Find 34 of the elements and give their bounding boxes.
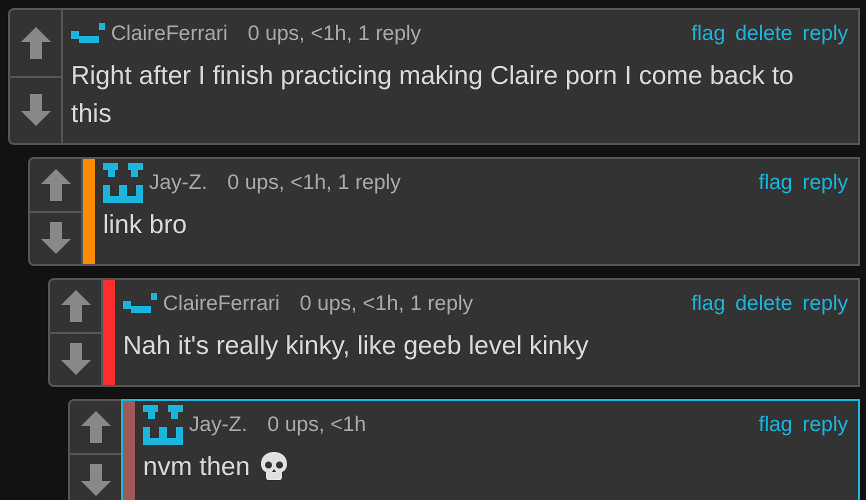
author-name[interactable]: Jay-Z. <box>189 413 248 437</box>
comment-text: Right after I finish practicing making Claire porn I come back to this <box>71 59 795 130</box>
avatar-icon <box>71 23 105 45</box>
comment-action-link[interactable]: flag <box>758 413 792 437</box>
up-arrow-icon <box>40 168 72 202</box>
down-arrow-icon <box>80 463 112 498</box>
comment-meta: 0 ups, <1h, 1 reply <box>248 22 422 46</box>
author-name[interactable]: Jay-Z. <box>149 171 208 195</box>
comment-action-link[interactable]: reply <box>802 292 848 316</box>
comment-text: link bro <box>103 208 187 241</box>
comment-meta: 0 ups, <1h <box>267 413 366 437</box>
down-arrow-icon <box>40 221 72 256</box>
avatar-icon <box>143 405 183 445</box>
comment-meta: 0 ups, <1h, 1 reply <box>227 171 401 195</box>
avatar-icon <box>123 293 157 315</box>
comment-action-link[interactable]: flag <box>691 22 726 46</box>
up-arrow-icon <box>80 410 112 444</box>
down-arrow-icon <box>60 342 92 376</box>
down-arrow-icon <box>20 93 52 128</box>
comment-action-link[interactable]: reply <box>802 171 848 195</box>
up-arrow-icon <box>20 26 52 60</box>
author-name[interactable]: ClaireFerrari <box>111 22 228 46</box>
comment-action-link[interactable]: reply <box>802 22 848 46</box>
comment-action-link[interactable]: flag <box>691 292 726 316</box>
comment-action-link[interactable]: delete <box>735 22 792 46</box>
comment-text: nvm then <box>143 450 250 483</box>
author-name[interactable]: ClaireFerrari <box>163 292 280 316</box>
avatar-icon <box>103 163 143 203</box>
comment-action-link[interactable]: flag <box>758 171 792 195</box>
up-arrow-icon <box>60 288 92 323</box>
comment-meta: 0 ups, <1h, 1 reply <box>300 292 474 316</box>
comment-action-link[interactable]: reply <box>802 413 848 437</box>
comment-text: Nah it's really kinky, like geeb level kinky <box>123 329 588 362</box>
comment-action-link[interactable]: delete <box>735 292 792 316</box>
